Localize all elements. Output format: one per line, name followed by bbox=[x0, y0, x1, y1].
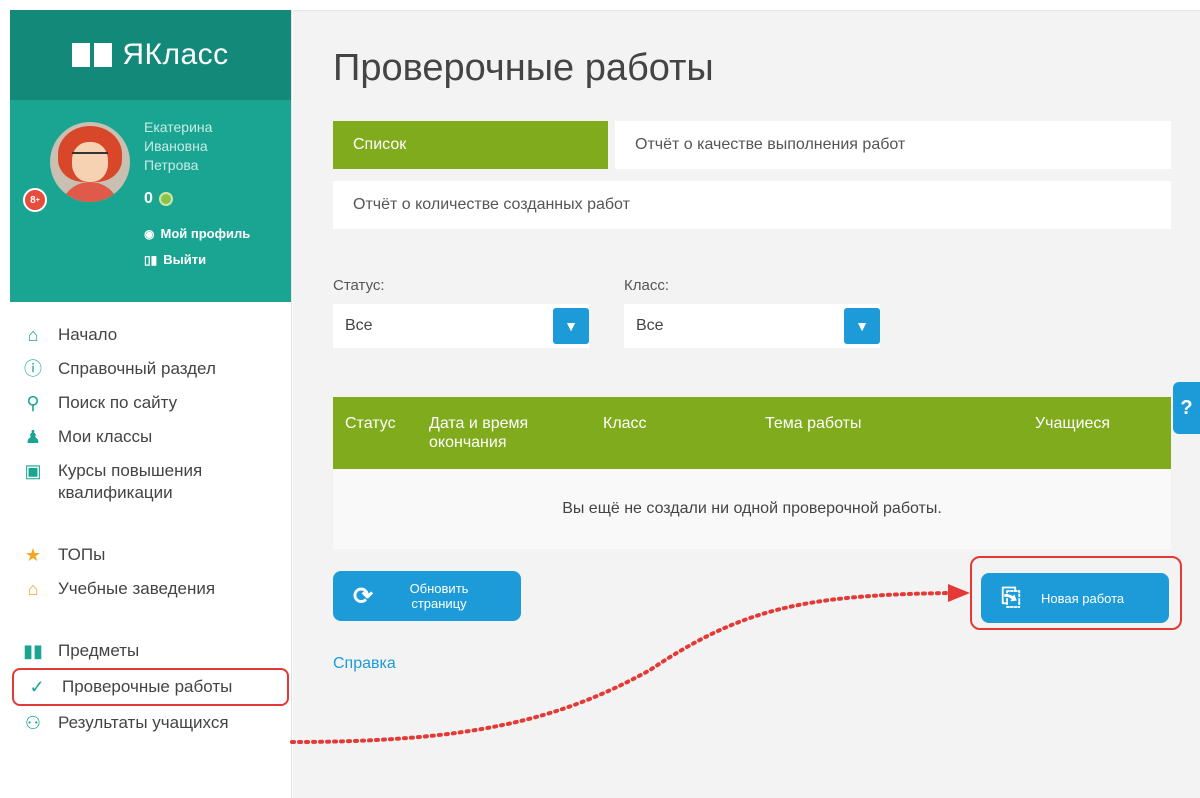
help-link[interactable]: Справка bbox=[333, 655, 396, 673]
chevron-down-icon: ▼ bbox=[553, 308, 589, 344]
avatar[interactable] bbox=[50, 122, 130, 202]
class-filter-label: Класс: bbox=[624, 277, 669, 294]
status-filter-label: Статус: bbox=[333, 277, 385, 294]
sidebar-item-search[interactable]: ⚲ Поиск по сайту bbox=[10, 386, 291, 420]
sidebar: ЯКласс 8 + Екатерина Ивановна Петрова 0 ◉… bbox=[10, 10, 292, 798]
tab-count-report[interactable]: Отчёт о количестве созданных работ bbox=[333, 181, 1171, 229]
tab-quality-report[interactable]: Отчёт о качестве выполнения работ bbox=[615, 121, 1171, 169]
refresh-icon: ⟳ bbox=[352, 582, 374, 610]
my-profile-link[interactable]: ◉ Мой профиль bbox=[144, 226, 250, 241]
sidebar-item-home[interactable]: ⌂ Начало bbox=[10, 318, 291, 352]
sidebar-item-institutions[interactable]: ⌂ Учебные заведения bbox=[10, 572, 291, 606]
column-header[interactable]: Тема работы bbox=[765, 414, 861, 433]
sidebar-item-subjects[interactable]: ▮▮ Предметы bbox=[10, 634, 291, 668]
logo[interactable]: ЯКласс bbox=[10, 10, 291, 100]
main-content: Проверочные работы Список Отчёт о качест… bbox=[293, 10, 1200, 798]
grade-badge: 8 + bbox=[23, 188, 47, 212]
sidebar-item-courses[interactable]: ▣ Курсы повышения квалификации bbox=[10, 454, 291, 510]
chevron-down-icon: ▼ bbox=[844, 308, 880, 344]
page-title: Проверочные работы bbox=[333, 47, 714, 89]
user-profile-panel: 8 + Екатерина Ивановна Петрова 0 ◉ Мой пр… bbox=[10, 100, 291, 302]
institution-icon: ⌂ bbox=[27, 579, 39, 599]
logo-text: ЯКласс bbox=[122, 38, 229, 71]
column-header[interactable]: Учащиеся bbox=[1035, 414, 1110, 433]
column-header[interactable]: Статус bbox=[345, 414, 396, 433]
sidebar-nav: ⌂ Начало ⓘ Справочный раздел ⚲ Поиск по … bbox=[10, 302, 291, 740]
star-icon: ★ bbox=[24, 545, 42, 565]
help-circle-icon: ⓘ bbox=[24, 359, 42, 379]
sidebar-item-student-results[interactable]: ⚇ Результаты учащихся bbox=[10, 706, 291, 740]
logout-icon: ▯▮ bbox=[144, 252, 158, 267]
check-circle-icon: ✓ bbox=[29, 677, 45, 697]
books-icon: ▮▮ bbox=[23, 641, 43, 661]
user-name: Екатерина Ивановна Петрова bbox=[144, 119, 213, 173]
profile-icon: ◉ bbox=[144, 226, 155, 241]
points-counter: 0 bbox=[144, 190, 173, 208]
coin-icon bbox=[158, 192, 173, 206]
highlight-new-work bbox=[970, 556, 1182, 630]
tab-list[interactable]: Список bbox=[333, 121, 608, 169]
sidebar-item-my-classes[interactable]: ♟ Мои классы bbox=[10, 420, 291, 454]
users-icon: ⚇ bbox=[24, 713, 42, 733]
empty-table-message: Вы ещё не создали ни одной проверочной р… bbox=[333, 469, 1171, 549]
logo-book-icon bbox=[72, 43, 113, 67]
column-header[interactable]: Дата и время окончания bbox=[429, 414, 579, 452]
search-icon: ⚲ bbox=[26, 393, 40, 413]
logout-link[interactable]: ▯▮ Выйти bbox=[144, 252, 206, 267]
course-icon: ▣ bbox=[24, 461, 42, 481]
class-select[interactable]: Все ▼ bbox=[624, 304, 880, 348]
status-select[interactable]: Все ▼ bbox=[333, 304, 589, 348]
column-header[interactable]: Класс bbox=[603, 414, 647, 433]
sidebar-item-tests[interactable]: ✓ Проверочные работы bbox=[12, 668, 289, 706]
refresh-button[interactable]: ⟳ Обновить страницу bbox=[333, 571, 521, 621]
home-icon: ⌂ bbox=[27, 325, 39, 345]
class-icon: ♟ bbox=[24, 427, 42, 447]
help-tab[interactable]: ? bbox=[1173, 382, 1200, 434]
sidebar-item-help[interactable]: ⓘ Справочный раздел bbox=[10, 352, 291, 386]
sidebar-item-tops[interactable]: ★ ТОПы bbox=[10, 538, 291, 572]
table-header: Статус Дата и время окончания Класс Тема… bbox=[333, 397, 1171, 469]
